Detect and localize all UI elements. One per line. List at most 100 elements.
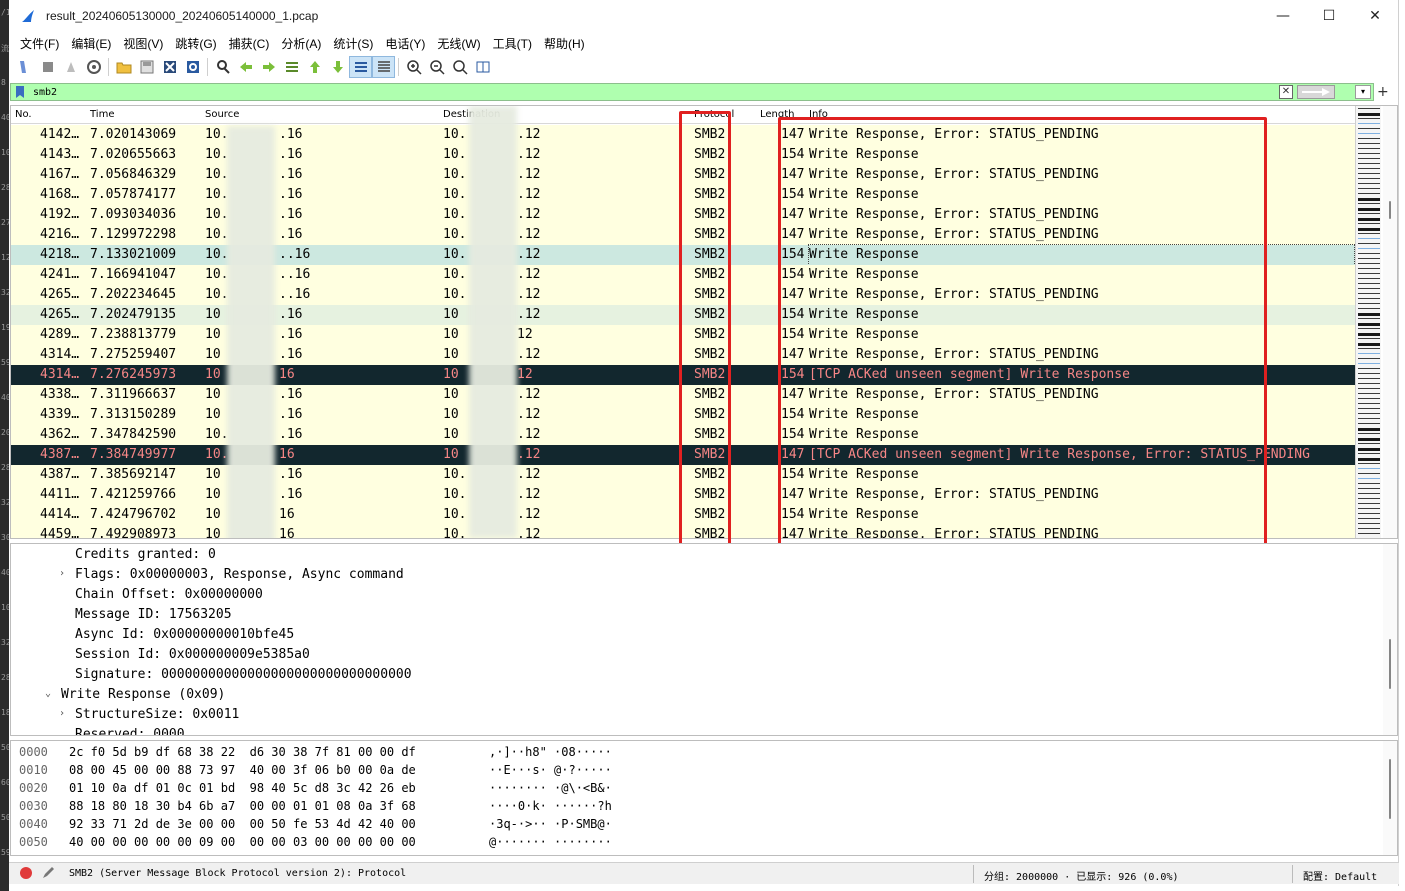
menu-item-3[interactable]: 跳转(G)	[169, 35, 222, 52]
minimap-line	[1358, 513, 1380, 514]
expand-right-chevron-icon[interactable]: ›	[59, 708, 65, 719]
minimap-line	[1358, 138, 1380, 139]
menu-item-8[interactable]: 无线(W)	[431, 35, 486, 52]
bytes-hex[interactable]: 01 10 0a df 01 0c 01 bd 98 40 5c d8 3c 4…	[69, 779, 416, 797]
column-source[interactable]: Source	[205, 109, 239, 120]
cell-time: 7.129972298	[90, 227, 177, 242]
bytes-hex[interactable]: 88 18 80 18 30 b4 6b a7 00 00 01 01 08 0…	[69, 797, 416, 815]
minimap-line	[1358, 178, 1380, 179]
status-profile[interactable]: 配置: Default	[1303, 868, 1377, 883]
cell-no: 4387…	[40, 467, 80, 482]
minimap-line	[1358, 468, 1380, 469]
details-tree-item[interactable]: Signature: 00000000000000000000000000000…	[75, 665, 412, 685]
bytes-ascii[interactable]: ········ ·@\·<B&·	[489, 779, 612, 797]
details-tree-item[interactable]: Reserved: 0000	[75, 725, 185, 735]
go-back-icon[interactable]	[234, 56, 257, 78]
apply-filter-arrow-icon[interactable]	[1297, 85, 1335, 99]
maximize-button[interactable]: ☐	[1306, 0, 1352, 32]
minimap-line	[1358, 433, 1380, 434]
resize-columns-icon[interactable]	[471, 56, 494, 78]
details-tree-item[interactable]: Async Id: 0x00000000010bfe45	[75, 625, 294, 645]
cell-no: 4216…	[40, 227, 80, 242]
menu-item-0[interactable]: 文件(F)	[14, 35, 65, 52]
cell-src-suffix: 16	[279, 447, 295, 462]
menu-item-7[interactable]: 电话(Y)	[379, 35, 431, 52]
go-forward-icon[interactable]	[257, 56, 280, 78]
filter-bookmark-icon[interactable]	[11, 84, 29, 100]
bytes-hex[interactable]: 40 00 00 00 00 00 09 00 00 00 03 00 00 0…	[69, 833, 416, 851]
menu-item-10[interactable]: 帮助(H)	[538, 35, 591, 52]
details-tree-item[interactable]: Flags: 0x00000003, Response, Async comma…	[75, 565, 404, 585]
minimap-line	[1358, 293, 1380, 294]
packet-list-scrollbar[interactable]	[1383, 106, 1397, 538]
colorize-icon[interactable]	[372, 56, 395, 78]
stop-capture-icon[interactable]	[36, 56, 59, 78]
menu-item-1[interactable]: 编辑(E)	[65, 35, 117, 52]
auto-scroll-icon[interactable]	[349, 56, 372, 78]
bytes-hex[interactable]: 2c f0 5d b9 df 68 38 22 d6 30 38 7f 81 0…	[69, 743, 416, 761]
expert-info-icon[interactable]	[19, 866, 33, 883]
bytes-offset: 0030	[19, 799, 48, 813]
details-tree-item[interactable]: Session Id: 0x000000009e5385a0	[75, 645, 310, 665]
details-tree-item[interactable]: StructureSize: 0x0011	[75, 705, 239, 725]
menu-item-2[interactable]: 视图(V)	[117, 35, 169, 52]
bytes-hex[interactable]: 08 00 45 00 00 88 73 97 40 00 3f 06 b0 0…	[69, 761, 416, 779]
minimap-line	[1358, 118, 1380, 119]
filter-history-dropdown-icon[interactable]: ▾	[1355, 85, 1371, 99]
menu-item-4[interactable]: 捕获(C)	[223, 35, 276, 52]
expand-right-chevron-icon[interactable]: ›	[59, 568, 65, 579]
details-tree-item[interactable]: Chain Offset: 0x00000000	[75, 585, 263, 605]
capture-comment-icon[interactable]	[41, 866, 55, 883]
minimap-line	[1358, 153, 1380, 154]
packet-minimap[interactable]	[1355, 106, 1381, 538]
bytes-ascii[interactable]: ····0·k· ······?h	[489, 797, 612, 815]
open-folder-icon[interactable]	[112, 56, 135, 78]
minimize-button[interactable]: —	[1260, 0, 1306, 32]
go-first-icon[interactable]	[303, 56, 326, 78]
bytes-ascii[interactable]: ··E···s· @·?·····	[489, 761, 612, 779]
bytes-ascii[interactable]: ·3q-·>·· ·P·SMB@·	[489, 815, 612, 833]
cell-dst-suffix: .12	[517, 447, 541, 462]
menu-item-9[interactable]: 工具(T)	[487, 35, 538, 52]
cell-time: 7.492908973	[90, 527, 177, 539]
minimap-line	[1358, 483, 1380, 484]
cell-src-suffix: ..16	[279, 267, 311, 282]
menu-item-6[interactable]: 统计(S)	[327, 35, 379, 52]
expand-down-chevron-icon[interactable]: ⌄	[45, 688, 51, 699]
close-file-icon[interactable]	[158, 56, 181, 78]
cell-dst: 10	[443, 367, 459, 382]
bytes-scrollbar[interactable]	[1383, 741, 1397, 855]
find-packet-icon[interactable]	[211, 56, 234, 78]
save-file-icon[interactable]	[135, 56, 158, 78]
reload-file-icon[interactable]	[181, 56, 204, 78]
minimap-line	[1358, 213, 1380, 214]
minimap-line	[1358, 158, 1380, 159]
menu-item-5[interactable]: 分析(A)	[275, 35, 327, 52]
display-filter-input[interactable]	[33, 84, 1283, 100]
zoom-in-icon[interactable]	[402, 56, 425, 78]
strip-fragment: 流	[1, 44, 9, 53]
bytes-ascii[interactable]: ,·]··h8" ·08·····	[489, 743, 612, 761]
go-last-icon[interactable]	[326, 56, 349, 78]
zoom-out-icon[interactable]	[425, 56, 448, 78]
clear-filter-icon[interactable]: ✕	[1279, 85, 1293, 99]
details-scrollbar[interactable]	[1383, 544, 1397, 735]
column-time[interactable]: Time	[90, 109, 114, 120]
details-tree-item[interactable]: Message ID: 17563205	[75, 605, 232, 625]
go-to-packet-icon[interactable]	[280, 56, 303, 78]
close-button[interactable]: ✕	[1352, 0, 1398, 32]
column-no[interactable]: No.	[15, 109, 32, 120]
add-filter-button-icon[interactable]: +	[1377, 84, 1389, 100]
window-title: result_20240605130000_20240605140000_1.p…	[46, 9, 319, 23]
start-capture-icon[interactable]	[13, 56, 36, 78]
bytes-ascii[interactable]: @······· ········	[489, 833, 612, 851]
details-tree-item[interactable]: Credits granted: 0	[75, 545, 216, 565]
minimap-line	[1358, 128, 1380, 129]
capture-options-gear-icon[interactable]	[82, 56, 105, 78]
restart-capture-icon[interactable]	[59, 56, 82, 78]
bytes-row: 0040 92 33 71 2d de 3e 00 00 00 50 fe 53 …	[19, 815, 919, 833]
bytes-hex[interactable]: 92 33 71 2d de 3e 00 00 00 50 fe 53 4d 4…	[69, 815, 416, 833]
minimap-line	[1358, 183, 1380, 184]
details-tree-item[interactable]: Write Response (0x09)	[61, 685, 225, 705]
normal-size-icon[interactable]	[448, 56, 471, 78]
